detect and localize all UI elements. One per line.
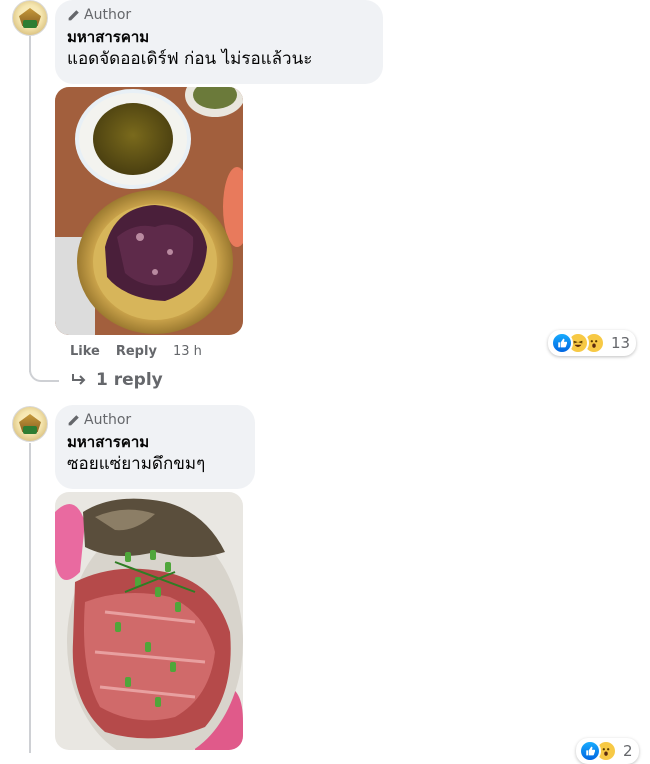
comment-actions: Like Reply 13 h <box>70 344 202 359</box>
avatar[interactable] <box>12 0 48 36</box>
author-badge-label: Author <box>84 7 132 23</box>
reaction-summary[interactable]: 2 <box>576 738 639 764</box>
timestamp[interactable]: 13 h <box>173 344 202 359</box>
avatar-emblem <box>23 426 37 434</box>
comment-text: ซอยแซ่ยามดึกขมๆ <box>67 454 206 474</box>
view-replies-link[interactable]: 1 reply <box>70 370 163 390</box>
comment-photo[interactable] <box>55 492 243 750</box>
food-photo-illustration <box>55 87 243 335</box>
thread-line <box>29 36 31 372</box>
pencil-icon <box>68 9 79 20</box>
comment-bubble: Author มหาสารคาม แอดจัดออเดิร์ฟ ก่อน ไม่… <box>55 0 383 84</box>
reaction-count: 13 <box>611 334 631 352</box>
comment-photo[interactable] <box>55 87 243 335</box>
reaction-count: 2 <box>623 742 633 760</box>
avatar-emblem <box>23 20 37 28</box>
thread-line <box>29 443 31 753</box>
reply-arrow-icon <box>72 374 86 385</box>
like-icon <box>579 740 601 762</box>
author-badge: Author <box>67 411 243 429</box>
like-link[interactable]: Like <box>70 344 100 359</box>
pencil-icon <box>68 414 79 425</box>
food-photo-illustration <box>55 492 243 750</box>
comment-bubble: Author มหาสารคาม ซอยแซ่ยามดึกขมๆ <box>55 405 255 489</box>
thread-curve <box>29 360 59 382</box>
author-badge-label: Author <box>84 412 132 428</box>
like-icon <box>551 332 573 354</box>
avatar[interactable] <box>12 406 48 442</box>
reaction-summary[interactable]: 13 <box>548 330 637 356</box>
replies-count: 1 reply <box>96 370 163 390</box>
author-badge: Author <box>67 6 371 24</box>
author-name[interactable]: มหาสารคาม <box>67 433 243 452</box>
comment-text: แอดจัดออเดิร์ฟ ก่อน ไม่รอแล้วนะ <box>67 49 313 69</box>
reply-link[interactable]: Reply <box>116 344 157 359</box>
author-name[interactable]: มหาสารคาม <box>67 28 371 47</box>
